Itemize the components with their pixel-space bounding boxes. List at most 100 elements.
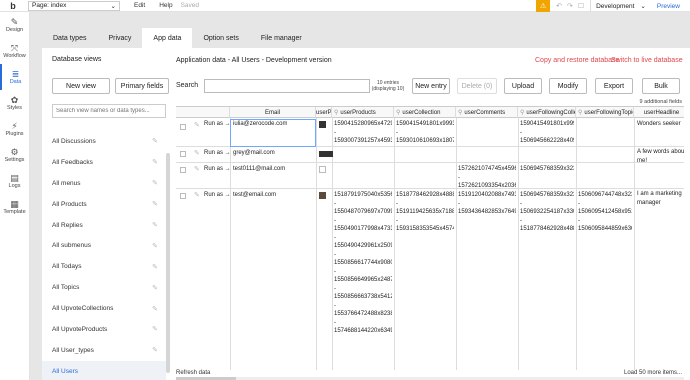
switch-live-database-link[interactable]: Switch to live database (611, 57, 683, 64)
environment-selector[interactable]: Development ⌄ (590, 0, 651, 12)
version-icon[interactable]: ☐ (578, 2, 584, 10)
upload-button[interactable]: Upload (504, 78, 542, 94)
header-user-comments[interactable]: ⚲ userComments (456, 107, 518, 118)
tab-app-data[interactable]: App data (142, 28, 193, 48)
view-item[interactable]: All submenus ✎ (42, 235, 166, 256)
nav-data[interactable]: ≣ Data (0, 64, 29, 90)
preview-link[interactable]: Preview (657, 3, 680, 10)
undo-icon[interactable]: ↶ (556, 2, 562, 10)
cell-email[interactable]: test@email.com (233, 191, 276, 200)
pencil-icon[interactable]: ✎ (152, 179, 158, 187)
view-item[interactable]: All Topics ✎ (42, 277, 166, 298)
view-item[interactable]: All menus ✎ (42, 173, 166, 194)
nav-plugins[interactable]: ⚡ Plugins (0, 116, 29, 142)
header-user-headline[interactable]: userHeadline (634, 107, 684, 118)
cell-user-collection[interactable]: 1590415491801x9993 - 1593010610693x1807 (396, 120, 454, 146)
primary-fields-button[interactable]: Primary fields (115, 78, 169, 94)
pencil-icon[interactable]: ✎ (194, 121, 200, 129)
pencil-icon[interactable]: ✎ (152, 284, 158, 292)
view-list-scrollbar[interactable] (166, 153, 170, 373)
cell-user-products[interactable]: 1518791975040x5356 - 1550487079697x7099 … (334, 191, 392, 336)
cell-value: 1550487079697x7099 (334, 209, 392, 215)
pencil-icon[interactable]: ✎ (194, 165, 200, 173)
run-as-link[interactable]: Run as → (204, 149, 231, 158)
row-checkbox[interactable] (180, 151, 186, 157)
bulk-button[interactable]: Bulk (642, 78, 680, 94)
redo-icon[interactable]: ↷ (567, 2, 573, 10)
pencil-icon[interactable]: ✎ (152, 305, 158, 313)
header-email[interactable]: Email (230, 107, 316, 118)
view-item[interactable]: All Replies ✎ (42, 215, 166, 236)
nav-settings[interactable]: ⚙ Settings (0, 142, 29, 168)
new-entry-button[interactable]: New entry (412, 78, 450, 94)
issues-icon[interactable]: ⚠ (536, 0, 551, 12)
row-checkbox[interactable] (180, 167, 186, 173)
cell-user-following-collections[interactable]: 1506945768359x3237 (520, 165, 574, 174)
copy-restore-database-link[interactable]: Copy and restore database (535, 57, 619, 64)
page-selector[interactable]: Page: index ⌄ (28, 0, 120, 11)
pencil-icon[interactable]: ✎ (152, 242, 158, 250)
cell-user-following-topics[interactable]: 1506096744748x3234 - 1506095412458x9513 … (578, 191, 632, 234)
row-checkbox[interactable] (180, 193, 186, 199)
run-as-link[interactable]: Run as → (204, 191, 231, 200)
view-item[interactable]: All Discussions ✎ (42, 131, 166, 152)
header-user-products[interactable]: ⚲ userProducts (332, 107, 394, 118)
tab-option-sets[interactable]: Option sets (192, 28, 250, 48)
cell-email[interactable]: test0111@mail.com (233, 165, 285, 174)
cell-user-following-collections[interactable]: 1590415491801x9993 - 1506945662228x4090 (520, 120, 574, 146)
pencil-icon[interactable]: ✎ (152, 158, 158, 166)
header-user-photo[interactable]: userPr (316, 107, 332, 118)
tab-data-types[interactable]: Data types (42, 28, 98, 48)
menu-help[interactable]: Help (159, 2, 172, 9)
pencil-icon[interactable]: ✎ (152, 221, 158, 229)
refresh-data-link[interactable]: Refresh data (176, 370, 210, 376)
export-button[interactable]: Export (595, 78, 633, 94)
view-item[interactable]: All UpvoteCollections ✎ (42, 298, 166, 319)
new-view-button[interactable]: New view (52, 78, 110, 94)
modify-button[interactable]: Modify (549, 78, 587, 94)
additional-fields-label[interactable]: 9 additional fields (639, 99, 682, 105)
menu-edit[interactable]: Edit (134, 2, 145, 9)
run-as-link[interactable]: Run as → (204, 165, 231, 174)
view-item[interactable]: All Products ✎ (42, 194, 166, 215)
view-item[interactable]: All UpvoteProducts ✎ (42, 319, 166, 340)
table-row[interactable]: ✎ Run as → test@email.com 1518791975040x… (176, 189, 684, 370)
cell-user-headline[interactable]: Wonders seeker (637, 120, 684, 129)
view-item[interactable]: All User_types ✎ (42, 340, 166, 361)
tab-privacy[interactable]: Privacy (97, 28, 143, 48)
cell-user-following-collections[interactable]: 1506945768359x3237 - 1506932254187x3300 … (520, 191, 574, 234)
pencil-icon[interactable]: ✎ (152, 346, 158, 354)
bubble-logo-icon[interactable]: b (0, 0, 26, 12)
pencil-icon[interactable]: ✎ (152, 325, 158, 333)
pencil-icon[interactable]: ✎ (194, 149, 200, 157)
tab-file-manager[interactable]: File manager (249, 28, 313, 48)
table-row[interactable]: ✎ Run as → grey@mail.com A few words abo… (176, 147, 684, 164)
pencil-icon[interactable]: ✎ (194, 191, 200, 199)
nav-design[interactable]: ✎ Design (0, 12, 29, 38)
header-user-following-collections[interactable]: ⚲userFollowingCollecti (518, 107, 576, 118)
cell-user-comments[interactable]: 1572621074745x4596 - 1572621093354x2036 (458, 165, 516, 191)
cell-user-headline[interactable]: I am a marketing manager (637, 190, 684, 207)
cell-user-collection[interactable]: 1518778462928x4888 - 1519119425635x7188 … (396, 191, 454, 234)
nav-styles[interactable]: ✿ Styles (0, 90, 29, 116)
run-as-link[interactable]: Run as → (204, 120, 231, 129)
pencil-icon[interactable]: ✎ (152, 137, 158, 145)
row-checkbox[interactable] (180, 124, 186, 130)
cell-user-comments[interactable]: 1519120402088x7493 - 1593436482853x7649 (458, 191, 516, 217)
nav-logs[interactable]: ▤ Logs (0, 168, 29, 194)
view-search-input[interactable] (52, 104, 166, 118)
view-item[interactable]: All Feedbacks ✎ (42, 152, 166, 173)
nav-template[interactable]: ▦ Template (0, 194, 29, 220)
pencil-icon[interactable]: ✎ (152, 200, 158, 208)
header-user-following-topics[interactable]: ⚲ userFollowingTopics (576, 107, 634, 118)
header-user-collection[interactable]: ⚲ userCollection (394, 107, 456, 118)
data-search-input[interactable] (204, 79, 370, 93)
view-item-selected[interactable]: All Users (42, 360, 166, 380)
load-more-link[interactable]: Load 50 more items... (624, 370, 682, 376)
table-row[interactable]: ✎ Run as → test0111@mail.com 15726210747… (176, 163, 684, 189)
cell-user-products[interactable]: 1590415280965x4729 - 1593007391257x4593 (334, 120, 392, 146)
view-item[interactable]: All Todays ✎ (42, 256, 166, 277)
cell-email[interactable]: grey@mail.com (233, 149, 275, 158)
pencil-icon[interactable]: ✎ (152, 263, 158, 271)
nav-workflow[interactable]: ⤧ Workflow (0, 38, 29, 64)
